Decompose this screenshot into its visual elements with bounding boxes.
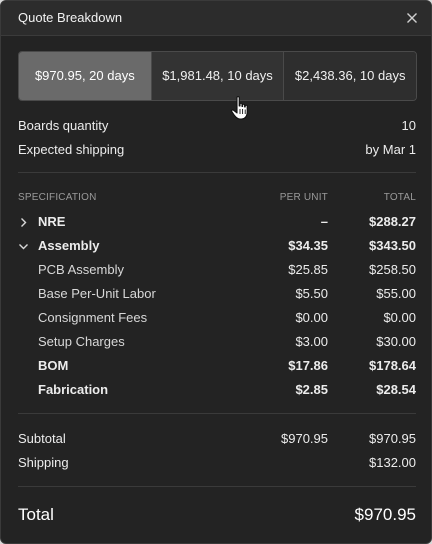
boards-quantity-label: Boards quantity <box>18 118 109 133</box>
row-label: BOM <box>38 358 69 373</box>
subtotal-label: Subtotal <box>18 431 66 446</box>
row-per-unit: $5.50 <box>295 286 328 301</box>
dialog-title: Quote Breakdown <box>18 10 123 25</box>
row-total: $55.00 <box>376 286 416 301</box>
quote-option-selector: $970.95, 20 days $1,981.48, 10 days $2,4… <box>18 51 417 101</box>
table-row-pcb-assembly: PCB Assembly $25.85 $258.50 <box>1 262 431 280</box>
row-label: PCB Assembly <box>38 262 124 277</box>
shipping-total: $132.00 <box>369 455 416 470</box>
row-per-unit: $2.85 <box>295 382 328 397</box>
row-per-unit: $34.35 <box>288 238 328 253</box>
chevron-right-icon[interactable] <box>18 217 29 228</box>
boards-quantity-row: Boards quantity 10 <box>18 118 416 136</box>
quote-option-1[interactable]: $970.95, 20 days <box>19 52 152 100</box>
row-total: $258.50 <box>369 262 416 277</box>
table-row-assembly[interactable]: Assembly $34.35 $343.50 <box>1 238 431 256</box>
row-total: $178.64 <box>369 358 416 373</box>
total-value: $970.95 <box>354 505 416 524</box>
row-total: $28.54 <box>376 382 416 397</box>
table-row-nre[interactable]: NRE – $288.27 <box>1 214 431 232</box>
chevron-down-icon[interactable] <box>18 241 29 252</box>
row-per-unit: – <box>320 214 328 229</box>
total-label: Total <box>18 505 54 524</box>
row-total: $288.27 <box>369 214 416 229</box>
column-header-specification: SPECIFICATION <box>18 192 97 203</box>
table-row-base-labor: Base Per-Unit Labor $5.50 $55.00 <box>1 286 431 304</box>
grand-total-row: Total $970.95 <box>18 505 416 525</box>
row-per-unit: $0.00 <box>295 310 328 325</box>
column-header-total: TOTAL <box>383 192 416 203</box>
row-label: Fabrication <box>38 382 109 397</box>
row-per-unit: $3.00 <box>295 334 328 349</box>
boards-quantity-value: 10 <box>401 118 416 133</box>
subtotal-per-unit: $970.95 <box>281 431 328 446</box>
quote-option-3[interactable]: $2,438.36, 10 days <box>284 52 416 100</box>
row-per-unit: $25.85 <box>288 262 328 277</box>
row-label: Base Per-Unit Labor <box>38 286 156 301</box>
row-label: NRE <box>38 214 66 229</box>
shipping-label: Shipping <box>18 455 69 470</box>
quote-option-2[interactable]: $1,981.48, 10 days <box>151 52 285 100</box>
subtotal-row: Subtotal $970.95 $970.95 <box>1 431 431 449</box>
row-total: $30.00 <box>376 334 416 349</box>
row-label: Setup Charges <box>38 334 125 349</box>
row-per-unit: $17.86 <box>288 358 328 373</box>
table-row-fabrication: Fabrication $2.85 $28.54 <box>1 382 431 400</box>
row-total: $343.50 <box>369 238 416 253</box>
table-row-bom: BOM $17.86 $178.64 <box>1 358 431 376</box>
table-row-consignment-fees: Consignment Fees $0.00 $0.00 <box>1 310 431 328</box>
column-header-per-unit: PER UNIT <box>279 192 328 203</box>
close-button[interactable] <box>401 7 423 29</box>
shipping-row: Shipping $132.00 <box>1 455 431 473</box>
subtotal-total: $970.95 <box>369 431 416 446</box>
title-bar: Quote Breakdown <box>1 1 431 36</box>
close-icon[interactable] <box>406 12 418 24</box>
divider <box>18 486 416 487</box>
row-label: Consignment Fees <box>38 310 148 325</box>
expected-shipping-value: by Mar 1 <box>365 142 416 157</box>
expected-shipping-label: Expected shipping <box>18 142 125 157</box>
quote-breakdown-dialog: Quote Breakdown $970.95, 20 days $1,981.… <box>0 0 432 544</box>
divider <box>18 413 416 414</box>
table-row-setup-charges: Setup Charges $3.00 $30.00 <box>1 334 431 352</box>
hand-pointer-cursor-icon <box>231 96 248 120</box>
divider <box>18 172 416 173</box>
row-label: Assembly <box>38 238 100 253</box>
expected-shipping-row: Expected shipping by Mar 1 <box>18 142 416 160</box>
row-total: $0.00 <box>383 310 416 325</box>
